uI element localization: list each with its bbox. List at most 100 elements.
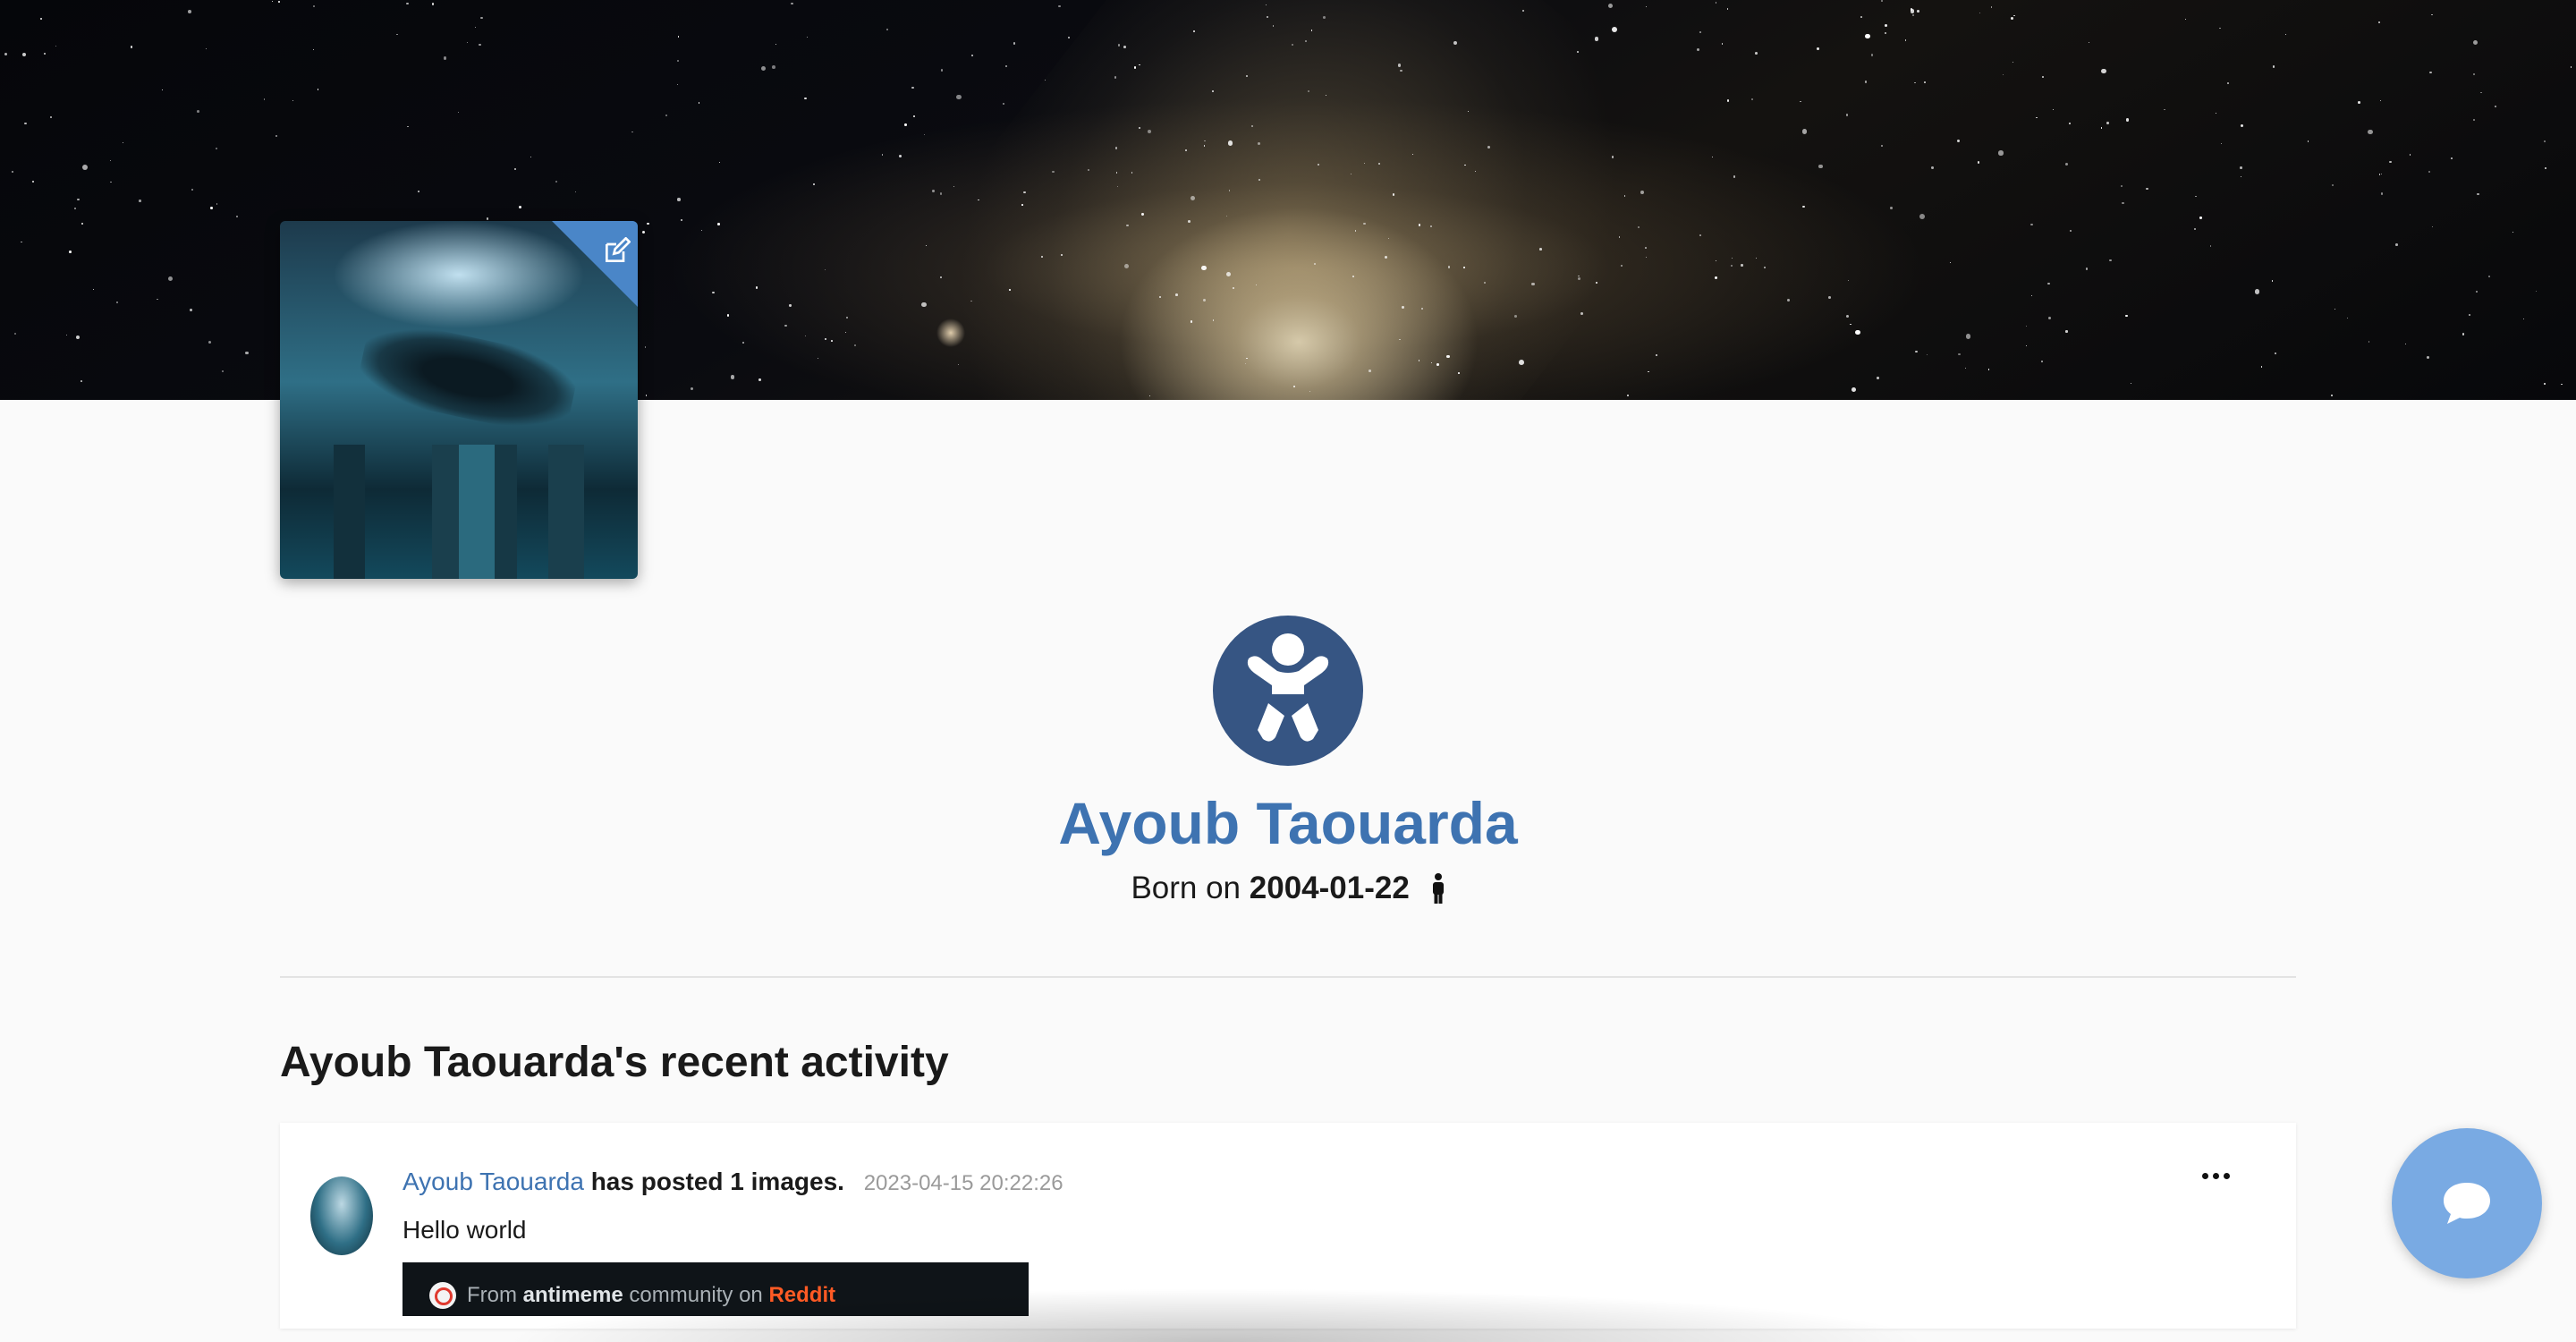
star (1990, 6, 1993, 8)
star (2219, 27, 2221, 30)
star (161, 89, 164, 91)
star (1577, 50, 1579, 53)
star (1870, 53, 1874, 56)
star (1884, 31, 1887, 35)
star (2069, 123, 2072, 125)
star (2477, 192, 2479, 196)
profile-name: Ayoub Taouarda (1058, 790, 1518, 856)
more-options-button[interactable] (2194, 1162, 2237, 1189)
star (804, 335, 807, 337)
star (881, 153, 884, 156)
star (1885, 23, 1888, 27)
star (1005, 64, 1008, 67)
star (2042, 76, 2044, 78)
star (853, 344, 856, 347)
recent-activity-heading: Ayoub Taouarda's recent activity (280, 1039, 949, 1086)
star (24, 122, 27, 124)
star (157, 298, 158, 301)
star (1640, 190, 1644, 194)
star (1052, 170, 1055, 174)
star (2330, 394, 2334, 397)
star (2544, 382, 2546, 385)
star (1917, 10, 1919, 13)
star (680, 219, 682, 222)
star (2368, 341, 2370, 343)
star (278, 1, 280, 3)
star (2429, 71, 2433, 74)
star (263, 98, 266, 100)
star (1040, 255, 1043, 258)
star (2030, 294, 2033, 297)
star (2473, 73, 2476, 76)
star (210, 207, 213, 209)
star (1123, 46, 1126, 48)
star (1889, 206, 1893, 209)
star (1864, 81, 1867, 83)
star (2065, 162, 2068, 166)
star (647, 222, 649, 225)
star (20, 241, 22, 243)
author-avatar[interactable] (310, 1176, 373, 1255)
chat-button[interactable] (2392, 1128, 2542, 1278)
star (953, 185, 954, 187)
star (2226, 82, 2229, 85)
star (2358, 100, 2361, 104)
star (2106, 122, 2109, 125)
star (1726, 8, 1729, 10)
post-action: has posted 1 images. (590, 1168, 844, 1195)
birth-info: Born on 2004-01-22 (0, 871, 2576, 906)
star (2195, 196, 2197, 198)
star (1646, 257, 1648, 259)
baby-icon (1247, 633, 1329, 742)
born-label: Born on (1131, 871, 1241, 905)
star (75, 336, 80, 340)
chat-bubble-icon (2444, 1183, 2490, 1224)
star (1730, 264, 1733, 267)
star (1266, 15, 1268, 18)
star (1318, 163, 1320, 166)
edit-icon[interactable] (602, 237, 631, 266)
star (825, 268, 826, 270)
star (1607, 3, 1613, 8)
profile-photo[interactable] (280, 221, 638, 579)
star (760, 65, 767, 72)
star (1139, 64, 1140, 65)
star (13, 333, 16, 336)
star (2026, 344, 2028, 347)
star (1645, 6, 1647, 8)
star (2065, 330, 2068, 333)
star (55, 45, 57, 47)
star (2101, 68, 2106, 74)
star (1185, 149, 1187, 151)
birth-date: 2004-01-22 (1249, 871, 1410, 905)
post-text: Hello world (402, 1216, 527, 1244)
star (1828, 296, 1832, 299)
star (677, 36, 680, 38)
star (191, 188, 194, 191)
star (1732, 257, 1733, 259)
star (1114, 76, 1117, 79)
star (1518, 359, 1524, 365)
star (844, 331, 847, 333)
star (2475, 290, 2478, 293)
more-dot (2212, 1172, 2219, 1179)
star (1124, 263, 1129, 268)
star (1201, 265, 1207, 270)
star (208, 341, 211, 344)
star (2184, 18, 2187, 20)
star (2462, 333, 2465, 336)
star (2047, 282, 2050, 285)
star (1818, 164, 1824, 169)
star (1910, 9, 1915, 14)
star (216, 203, 218, 205)
star (1623, 195, 1625, 197)
star (1594, 37, 1599, 42)
star (825, 338, 826, 340)
star (2241, 124, 2244, 128)
star (2199, 217, 2202, 219)
star (130, 46, 133, 48)
post-author-link[interactable]: Ayoub Taouarda (402, 1168, 584, 1195)
star (4, 52, 8, 55)
star (2472, 39, 2479, 46)
star (1787, 298, 1790, 302)
